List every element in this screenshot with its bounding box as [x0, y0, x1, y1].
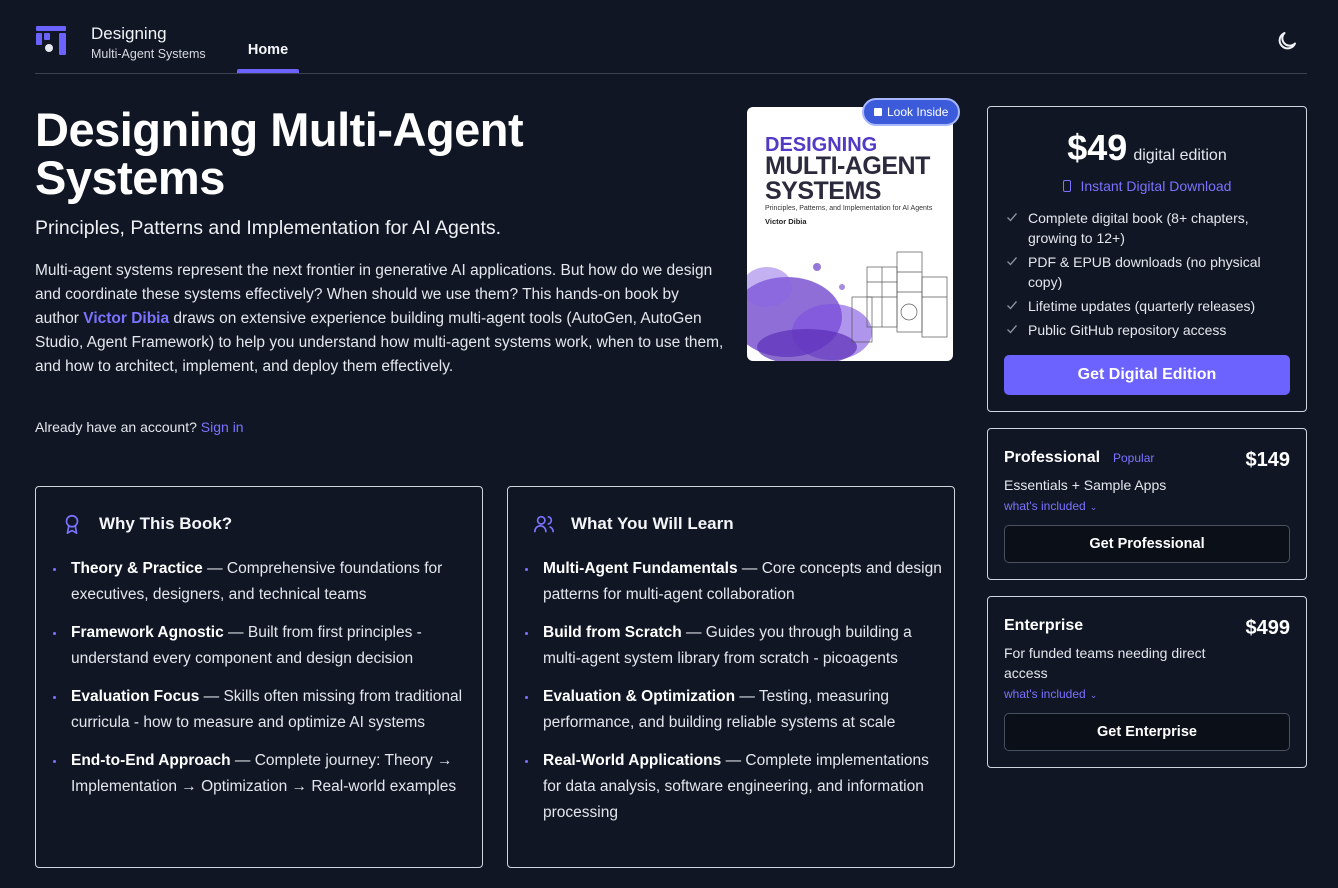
- feature-item: Complete digital book (8+ chapters, grow…: [1006, 208, 1296, 248]
- feature-item: PDF & EPUB downloads (no physical copy): [1006, 252, 1296, 292]
- enterprise-price: $499: [1245, 617, 1291, 639]
- cover-author: Victor Dibia: [765, 217, 807, 226]
- list-item: Multi-Agent Fundamentals — Core concepts…: [525, 556, 943, 608]
- why-card-header: Why This Book?: [61, 513, 232, 535]
- nav-home-tab[interactable]: Home: [237, 42, 299, 58]
- check-icon: [1007, 325, 1018, 334]
- professional-desc: Essentials + Sample Apps: [1004, 477, 1167, 493]
- top-header: Designing Multi-Agent Systems Home: [35, 0, 1307, 74]
- users-icon: [534, 515, 554, 533]
- enterprise-tier-card: Enterprise $499 For funded teams needing…: [987, 596, 1307, 768]
- chevron-down-icon: ⌄: [1089, 690, 1098, 700]
- look-inside-button[interactable]: Look Inside: [862, 98, 961, 126]
- popular-badge: Popular: [1113, 451, 1155, 465]
- feature-item: Public GitHub repository access: [1006, 320, 1296, 340]
- digital-price-amount: $49: [1067, 127, 1128, 168]
- enterprise-name: Enterprise: [1004, 617, 1084, 634]
- professional-tier-card: Professional Popular $149 Essentials + S…: [987, 428, 1307, 580]
- signin-line: Already have an account? Sign in: [35, 419, 244, 435]
- hero-subtitle: Principles, Patterns and Implementation …: [35, 217, 502, 239]
- chevron-down-icon: ⌄: [1089, 502, 1098, 512]
- digital-price: $49 digital edition: [988, 127, 1306, 169]
- learn-list: Multi-Agent Fundamentals — Core concepts…: [525, 556, 943, 838]
- instant-download-label: Instant Digital Download: [1080, 178, 1232, 194]
- brand[interactable]: Designing Multi-Agent Systems: [91, 24, 206, 61]
- brand-subtitle: Multi-Agent Systems: [91, 47, 206, 61]
- enterprise-desc: For funded teams needing direct access: [1004, 645, 1206, 681]
- list-item: Theory & Practice — Comprehensive founda…: [53, 556, 471, 608]
- account-prompt: Already have an account?: [35, 419, 197, 435]
- what-you-will-learn-card: What You Will Learn Multi-Agent Fundamen…: [507, 486, 955, 868]
- get-enterprise-button[interactable]: Get Enterprise: [1004, 713, 1290, 751]
- learn-card-title: What You Will Learn: [571, 514, 734, 533]
- cover-title-multi-agent: MULTI-AGENT: [765, 152, 930, 180]
- author-link[interactable]: Victor Dibia: [83, 310, 169, 327]
- cover-title-systems: SYSTEMS: [765, 177, 881, 205]
- award-ribbon-icon: [65, 514, 79, 534]
- why-card-title: Why This Book?: [99, 514, 233, 533]
- list-item: Evaluation & Optimization — Testing, mea…: [525, 684, 943, 736]
- professional-price: $149: [1245, 449, 1291, 471]
- list-item: Evaluation Focus — Skills often missing …: [53, 684, 471, 736]
- page-title: Designing Multi-Agent Systems: [35, 103, 524, 204]
- check-icon: [1007, 257, 1018, 266]
- book-logo-icon[interactable]: [35, 24, 67, 56]
- sign-in-link[interactable]: Sign in: [201, 419, 244, 435]
- cover-subtitle: Principles, Patterns, and Implementation…: [765, 205, 933, 212]
- moon-icon[interactable]: [1275, 29, 1299, 53]
- list-item: Real-World Applications — Complete imple…: [525, 748, 943, 826]
- list-item: Framework Agnostic — Built from first pr…: [53, 620, 471, 672]
- check-icon: [1007, 301, 1018, 310]
- phone-icon: [1062, 180, 1071, 192]
- why-list: Theory & Practice — Comprehensive founda…: [53, 556, 471, 812]
- digital-edition-card: $49 digital edition Instant Digital Downl…: [987, 106, 1307, 412]
- look-inside-label: Look Inside: [887, 105, 949, 119]
- hero-description: Multi-agent systems represent the next f…: [35, 259, 725, 379]
- get-professional-button[interactable]: Get Professional: [1004, 525, 1290, 563]
- enterprise-whats-included[interactable]: what's included ⌄: [1004, 687, 1097, 701]
- professional-whats-included[interactable]: what's included ⌄: [1004, 499, 1097, 513]
- list-item: Build from Scratch — Guides you through …: [525, 620, 943, 672]
- get-digital-edition-button[interactable]: Get Digital Edition: [1004, 355, 1290, 395]
- why-this-book-card: Why This Book? Theory & Practice — Compr…: [35, 486, 483, 868]
- check-icon: [1007, 213, 1018, 222]
- list-item: End-to-End Approach — Complete journey: …: [53, 748, 471, 800]
- instant-download: Instant Digital Download: [988, 178, 1306, 194]
- book-icon: [874, 108, 882, 116]
- digital-features: Complete digital book (8+ chapters, grow…: [1006, 208, 1296, 344]
- cover-title-line2: MULTI-AGENT SYSTEMS: [765, 154, 930, 204]
- active-tab-indicator: [237, 69, 299, 73]
- digital-edition-label: digital edition: [1133, 147, 1227, 164]
- brand-title: Designing: [91, 24, 167, 43]
- learn-card-header: What You Will Learn: [533, 513, 734, 535]
- book-cover[interactable]: DESIGNING MULTI-AGENT SYSTEMS Principles…: [747, 107, 953, 361]
- professional-name: Professional: [1004, 449, 1101, 466]
- feature-item: Lifetime updates (quarterly releases): [1006, 296, 1296, 316]
- cover-illustration: [747, 251, 948, 361]
